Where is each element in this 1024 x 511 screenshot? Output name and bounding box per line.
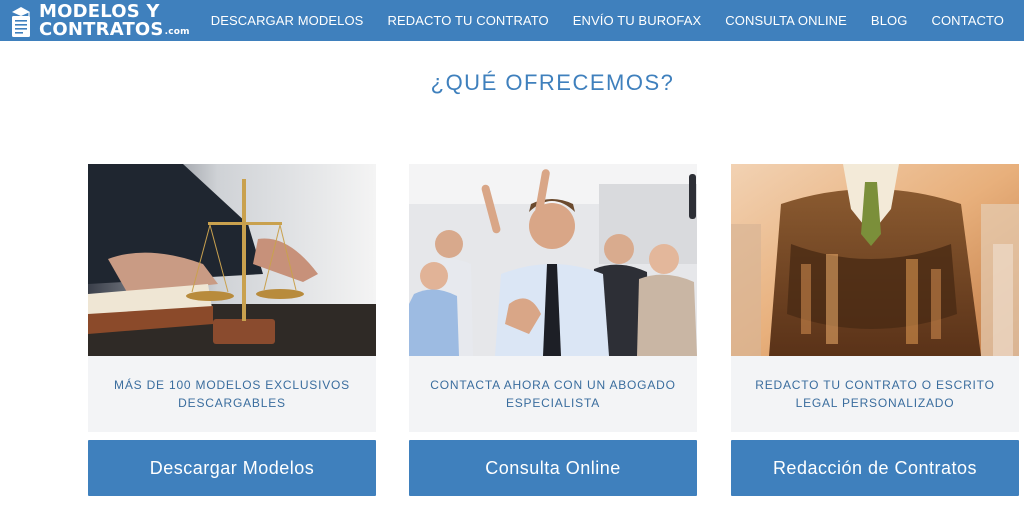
logo-title-main: CONTRATOS xyxy=(39,19,164,40)
descargar-modelos-button[interactable]: Descargar Modelos xyxy=(88,440,376,496)
caption-line-1: REDACTO TU CONTRATO O ESCRITO xyxy=(755,378,995,392)
logo-domain-suffix: .com xyxy=(164,27,190,37)
section-title: ¿QUÉ OFRECEMOS? xyxy=(430,70,675,95)
nav-contacto[interactable]: CONTACTO xyxy=(931,13,1004,28)
scales-of-justice-image xyxy=(88,164,376,356)
top-navbar: MODELOS Y CONTRATOS .com DESCARGAR MODEL… xyxy=(0,0,1024,41)
nav-redacto-contrato[interactable]: REDACTO TU CONTRATO xyxy=(387,13,548,28)
main-nav: DESCARGAR MODELOS REDACTO TU CONTRATO EN… xyxy=(211,0,1024,41)
caption-line-2: DESCARGABLES xyxy=(178,396,286,410)
redaccion-contratos-button[interactable]: Redacción de Contratos xyxy=(731,440,1019,496)
nav-descargar-modelos[interactable]: DESCARGAR MODELOS xyxy=(211,13,364,28)
logo-title-line2: CONTRATOS .com xyxy=(39,21,190,39)
businessman-city-image xyxy=(731,164,1019,356)
nav-blog[interactable]: BLOG xyxy=(871,13,908,28)
offer-card-modelos: MÁS DE 100 MODELOS EXCLUSIVOS DESCARGABL… xyxy=(88,164,376,496)
nav-envio-burofax[interactable]: ENVÍO TU BUROFAX xyxy=(573,13,702,28)
consulta-online-button[interactable]: Consulta Online xyxy=(409,440,697,496)
caption-line-2: ESPECIALISTA xyxy=(505,396,601,410)
card-caption: REDACTO TU CONTRATO O ESCRITO LEGAL PERS… xyxy=(731,356,1019,432)
caption-line-1: MÁS DE 100 MODELOS EXCLUSIVOS xyxy=(114,378,350,392)
nav-consulta-online[interactable]: CONSULTA ONLINE xyxy=(725,13,847,28)
offer-card-redaccion: REDACTO TU CONTRATO O ESCRITO LEGAL PERS… xyxy=(731,164,1019,496)
card-caption: MÁS DE 100 MODELOS EXCLUSIVOS DESCARGABL… xyxy=(88,356,376,432)
caption-line-1: CONTACTA AHORA CON UN ABOGADO xyxy=(430,378,676,392)
card-caption: CONTACTA AHORA CON UN ABOGADO ESPECIALIS… xyxy=(409,356,697,432)
site-logo[interactable]: MODELOS Y CONTRATOS .com xyxy=(8,2,190,40)
caption-line-2: LEGAL PERSONALIZADO xyxy=(795,396,955,410)
document-icon xyxy=(8,3,34,39)
offer-card-consulta: CONTACTA AHORA CON UN ABOGADO ESPECIALIS… xyxy=(409,164,697,496)
celebrating-team-image xyxy=(409,164,697,356)
